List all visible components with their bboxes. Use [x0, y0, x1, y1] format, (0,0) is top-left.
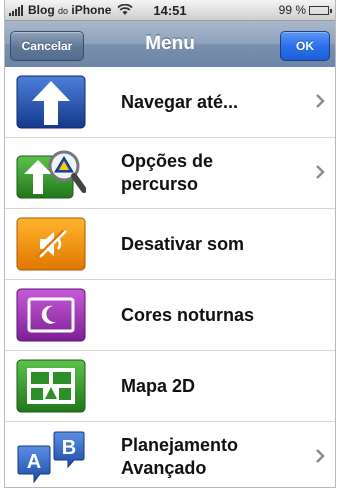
- arrow-up-icon: [16, 75, 86, 129]
- navigation-bar: Cancelar Menu OK: [5, 21, 335, 68]
- menu-item-label: Planejamento Avançado: [121, 435, 239, 478]
- night-colors-icon: [16, 288, 86, 342]
- menu-item-label: Mapa 2D: [121, 375, 196, 396]
- menu-item-advanced-planning[interactable]: B A Planejamento Avançado: [5, 422, 335, 487]
- route-options-icon: [16, 150, 86, 199]
- battery-icon: [309, 5, 332, 15]
- map-2d-icon: [16, 359, 86, 413]
- status-right: 99 %: [278, 3, 332, 17]
- menu-item-label: Desativar som: [121, 233, 245, 254]
- battery-percent: 99 %: [278, 3, 306, 17]
- status-bar: Blog do iPhone 14:51 99 %: [5, 0, 335, 21]
- menu-item-label: Navegar até...: [121, 91, 239, 112]
- menu-item-mute[interactable]: Desativar som: [5, 209, 335, 280]
- menu-item-navigate[interactable]: Navegar até...: [5, 67, 335, 138]
- menu-list: Navegar até... Opções de percurso Desati…: [5, 67, 335, 487]
- svg-text:B: B: [62, 437, 76, 459]
- chevron-right-icon: [316, 94, 325, 108]
- chevron-right-icon: [316, 165, 325, 179]
- advanced-planning-icon: B A: [17, 431, 85, 484]
- menu-item-label: Cores noturnas: [121, 304, 255, 325]
- ok-button[interactable]: OK: [280, 31, 330, 61]
- menu-item-map-2d[interactable]: Mapa 2D: [5, 351, 335, 422]
- menu-item-label: Opções de percurso: [121, 151, 214, 194]
- mute-icon: [16, 217, 86, 271]
- chevron-right-icon: [316, 449, 325, 463]
- phone-screen: Blog do iPhone 14:51 99 % Cancelar Menu …: [4, 0, 336, 488]
- svg-text:A: A: [27, 451, 41, 473]
- menu-item-route-options[interactable]: Opções de percurso: [5, 138, 335, 209]
- menu-item-night-colors[interactable]: Cores noturnas: [5, 280, 335, 351]
